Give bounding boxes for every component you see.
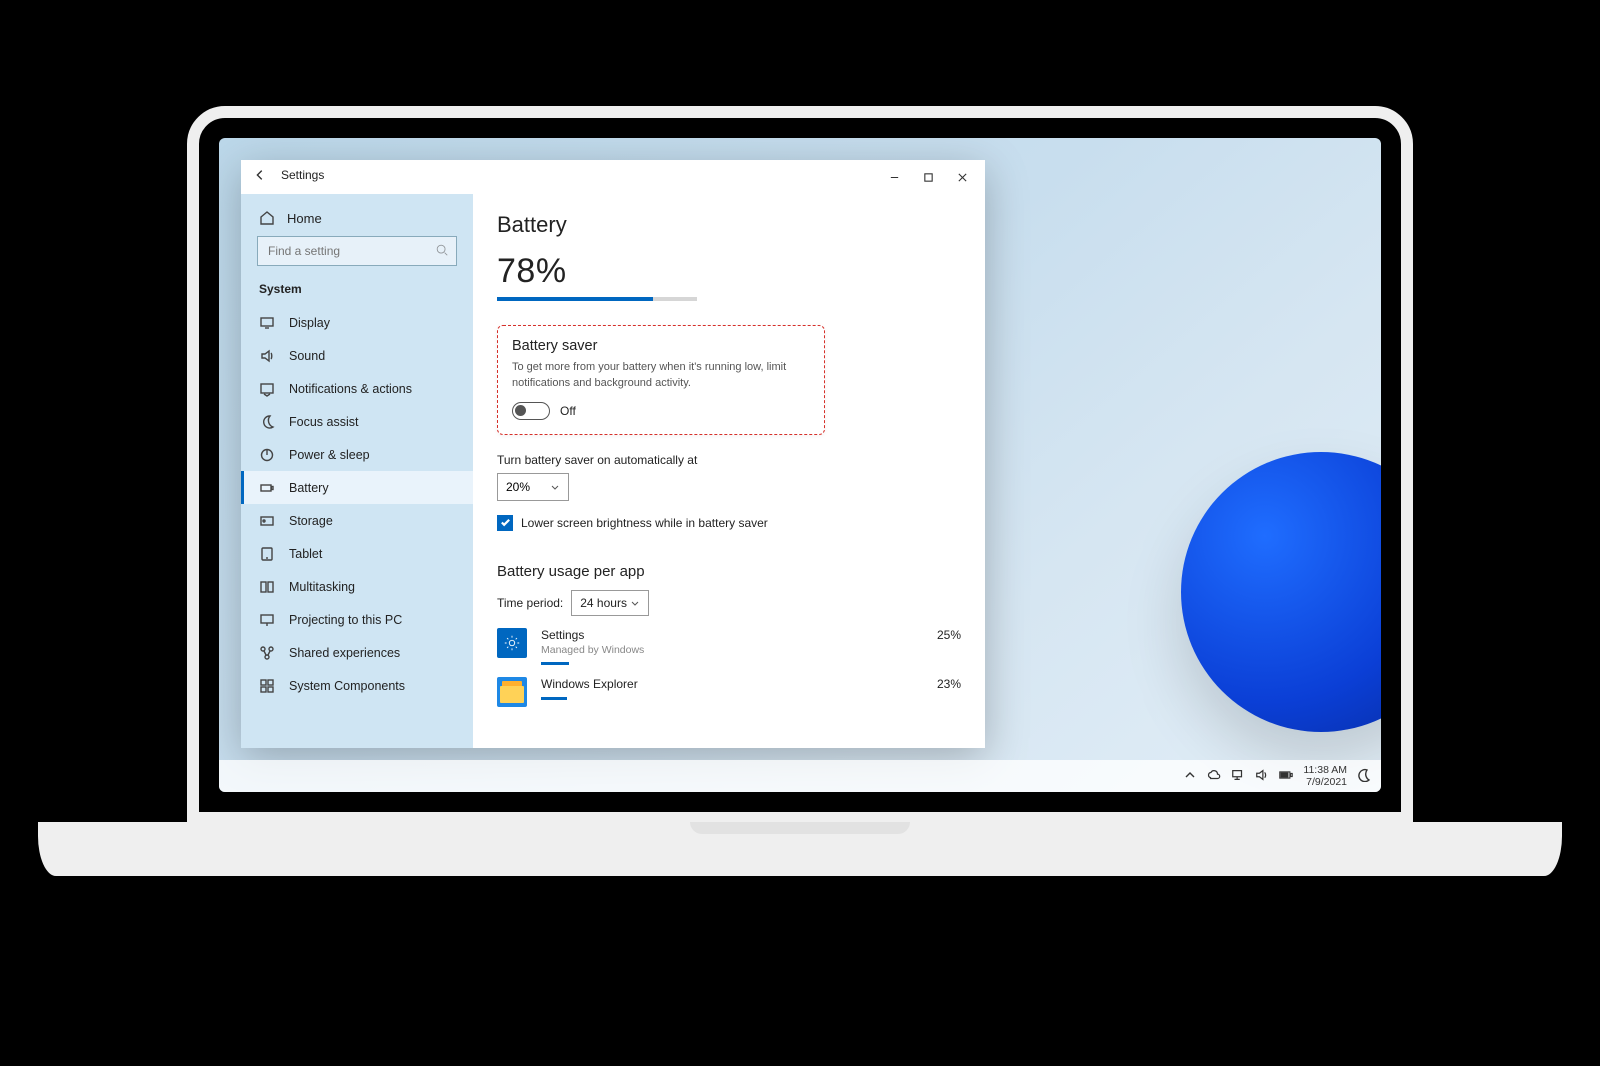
app-icon-explorer [497, 677, 527, 707]
chevron-down-icon [550, 482, 560, 492]
sidebar-item-shared-experiences[interactable]: Shared experiences [241, 636, 473, 669]
sidebar-item-storage[interactable]: Storage [241, 504, 473, 537]
app-name: Settings [541, 628, 901, 642]
battery-tray-icon[interactable] [1279, 768, 1293, 785]
shared-icon [259, 645, 275, 661]
settings-content: Battery 78% Battery saver To get more fr… [473, 194, 985, 748]
power-icon [259, 447, 275, 463]
battery-meter-fill [497, 297, 653, 301]
sidebar-item-home[interactable]: Home [241, 194, 473, 236]
projecting-icon [259, 612, 275, 628]
toggle-knob [515, 405, 526, 416]
tablet-icon [259, 546, 275, 562]
sidebar-item-projecting[interactable]: Projecting to this PC [241, 603, 473, 636]
sidebar-item-tablet[interactable]: Tablet [241, 537, 473, 570]
system-tray[interactable] [1183, 768, 1293, 785]
sidebar-item-battery[interactable]: Battery [241, 471, 473, 504]
period-label: Time period: [497, 596, 563, 610]
settings-window: Settings Home [241, 160, 985, 748]
display-icon [259, 315, 275, 331]
app-percent: 25% [911, 628, 961, 642]
app-usage-bar [541, 662, 569, 665]
taskbar-clock[interactable]: 11:38 AM 7/9/2021 [1303, 764, 1347, 788]
sidebar-item-focus-assist[interactable]: Focus assist [241, 405, 473, 438]
sidebar-item-display[interactable]: Display [241, 306, 473, 339]
battery-saver-heading: Battery saver [512, 338, 810, 354]
window-maximize-button[interactable] [911, 163, 945, 191]
wallpaper-orb [1181, 452, 1381, 732]
focus-icon [259, 414, 275, 430]
auto-threshold-select[interactable]: 20% [497, 473, 569, 501]
network-icon[interactable] [1231, 768, 1245, 785]
app-usage-bar [541, 697, 567, 700]
home-label: Home [287, 211, 322, 226]
window-title: Settings [281, 168, 324, 182]
tray-chevron-icon[interactable] [1183, 768, 1197, 785]
storage-icon [259, 513, 275, 529]
sidebar-item-sound[interactable]: Sound [241, 339, 473, 372]
usage-row-explorer[interactable]: Windows Explorer 23% [497, 677, 961, 707]
battery-percent: 78% [497, 252, 961, 291]
multitasking-icon [259, 579, 275, 595]
components-icon [259, 678, 275, 694]
cloud-icon[interactable] [1207, 768, 1221, 785]
app-percent: 23% [911, 677, 961, 691]
app-subtext: Managed by Windows [541, 644, 901, 656]
period-select[interactable]: 24 hours [571, 590, 649, 616]
sidebar-item-system-components[interactable]: System Components [241, 669, 473, 702]
desktop-screen: Settings Home [219, 138, 1381, 792]
back-icon[interactable] [253, 168, 267, 182]
sidebar-item-notifications[interactable]: Notifications & actions [241, 372, 473, 405]
notifications-icon [259, 381, 275, 397]
taskbar: 11:38 AM 7/9/2021 [219, 760, 1381, 792]
window-titlebar: Settings [241, 160, 985, 194]
lower-brightness-label: Lower screen brightness while in battery… [521, 516, 768, 530]
settings-sidebar: Home System Display [241, 194, 473, 748]
sidebar-nav: Display Sound Notifications & actions [241, 306, 473, 702]
laptop-lip [690, 822, 910, 834]
app-icon-settings [497, 628, 527, 658]
battery-saver-toggle-label: Off [560, 404, 576, 418]
app-name: Windows Explorer [541, 677, 901, 691]
search-icon [435, 243, 449, 257]
lower-brightness-checkbox[interactable] [497, 515, 513, 531]
sidebar-section-label: System [241, 276, 473, 306]
chevron-down-icon [630, 598, 640, 608]
sound-icon [259, 348, 275, 364]
page-title: Battery [497, 212, 961, 238]
window-minimize-button[interactable] [877, 163, 911, 191]
home-icon [259, 210, 275, 226]
battery-saver-toggle[interactable] [512, 402, 550, 420]
battery-saver-description: To get more from your battery when it's … [512, 360, 810, 392]
usage-row-settings[interactable]: Settings Managed by Windows 25% [497, 628, 961, 665]
battery-saver-section: Battery saver To get more from your batt… [497, 325, 825, 435]
usage-heading: Battery usage per app [497, 563, 961, 580]
sidebar-item-power-sleep[interactable]: Power & sleep [241, 438, 473, 471]
sidebar-item-multitasking[interactable]: Multitasking [241, 570, 473, 603]
auto-threshold-label: Turn battery saver on automatically at [497, 453, 961, 467]
search-input[interactable] [257, 236, 457, 266]
battery-meter [497, 297, 697, 301]
window-close-button[interactable] [945, 163, 979, 191]
battery-icon [259, 480, 275, 496]
volume-icon[interactable] [1255, 768, 1269, 785]
focus-mode-icon[interactable] [1357, 768, 1371, 785]
